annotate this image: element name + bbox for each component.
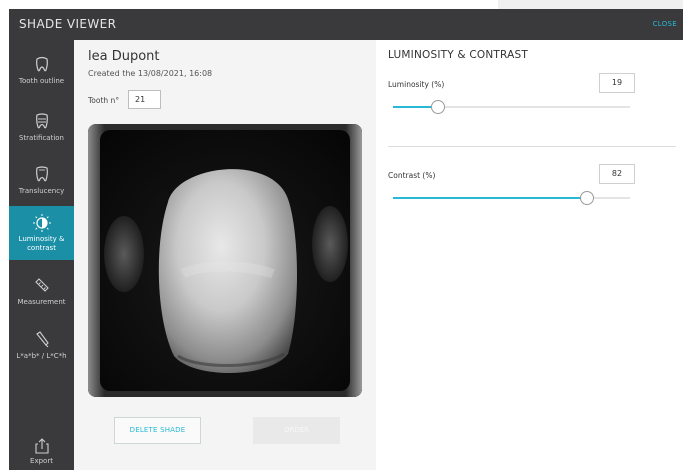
luminosity-slider-handle[interactable] (431, 100, 446, 114)
stratification-icon (35, 113, 48, 129)
sidebar: Tooth outline Stratification Translucenc… (9, 40, 74, 470)
close-button[interactable]: CLOSE (653, 20, 677, 28)
sidebar-item-lab[interactable]: L*a*b* / L*C*h (9, 318, 74, 368)
sidebar-item-label: Tooth outline (18, 77, 65, 85)
sidebar-item-label: Measurement (17, 298, 66, 306)
tooth-number-label: Tooth n° (88, 96, 120, 105)
adjustment-panel: LUMINOSITY & CONTRAST Luminosity (%) 19 … (376, 40, 683, 470)
order-button: ORDER (253, 417, 340, 444)
tooth-image (88, 124, 362, 397)
tooth-number-field[interactable]: 21 (128, 90, 161, 109)
shade-info-panel: lea Dupont Created the 13/08/2021, 16:08… (74, 40, 376, 470)
sidebar-item-export[interactable]: Export (9, 434, 74, 470)
sidebar-item-label: Export (30, 457, 53, 465)
export-icon (34, 438, 49, 454)
tooth-photo (88, 124, 362, 397)
top-strip-shade (498, 0, 683, 9)
section-divider (388, 146, 676, 147)
sidebar-item-tooth-outline[interactable]: Tooth outline (9, 44, 74, 100)
contrast-icon (32, 214, 51, 232)
translucency-icon (35, 166, 48, 182)
sidebar-item-stratification[interactable]: Stratification (9, 102, 74, 156)
contrast-slider-fill (393, 197, 588, 199)
pipette-icon (35, 331, 49, 348)
contrast-slider[interactable] (393, 191, 630, 205)
sidebar-item-label: L*a*b* / L*C*h (16, 352, 67, 360)
delete-shade-button[interactable]: DELETE SHADE (114, 417, 201, 444)
sidebar-item-label: Stratification (18, 134, 64, 142)
sidebar-item-label: Luminosity & contrast (18, 235, 65, 252)
contrast-slider-handle[interactable] (580, 191, 595, 205)
contrast-label: Contrast (%) (388, 171, 436, 180)
contrast-value-field[interactable]: 82 (599, 164, 635, 184)
tooth-outline-icon (35, 56, 48, 72)
luminosity-slider[interactable] (393, 100, 630, 114)
luminosity-value-field[interactable]: 19 (599, 73, 635, 93)
sidebar-item-translucency[interactable]: Translucency (9, 158, 74, 206)
app-title: SHADE VIEWER (19, 17, 117, 31)
luminosity-label: Luminosity (%) (388, 80, 445, 89)
sidebar-item-measurement[interactable]: Measurement (9, 262, 74, 314)
sidebar-item-label: Translucency (18, 187, 65, 195)
section-title: LUMINOSITY & CONTRAST (388, 49, 528, 61)
patient-name: lea Dupont (88, 49, 160, 64)
title-bar: SHADE VIEWER CLOSE (9, 9, 683, 40)
sidebar-item-luminosity-contrast[interactable]: Luminosity & contrast (9, 206, 74, 260)
top-strip (0, 0, 683, 9)
created-date: Created the 13/08/2021, 16:08 (88, 69, 213, 78)
ruler-icon (34, 278, 49, 292)
